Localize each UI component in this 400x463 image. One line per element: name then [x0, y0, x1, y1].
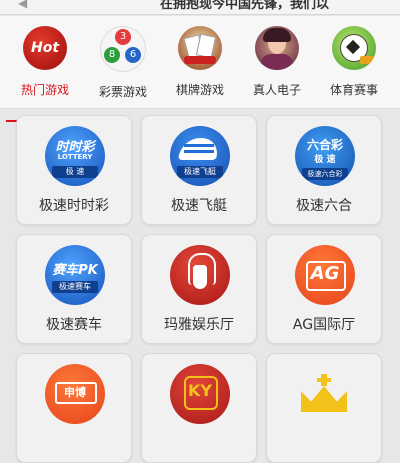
- ky-logo-icon: KY: [170, 364, 230, 424]
- game-card-speedboat[interactable]: 极速飞艇 极速飞艇: [141, 115, 257, 225]
- game-card-sunbet[interactable]: 申博: [16, 353, 132, 463]
- tab-sports[interactable]: 体育赛事: [315, 26, 393, 108]
- ag-logo-icon: AG: [295, 245, 355, 305]
- game-name: AG国际厅: [292, 317, 356, 333]
- game-name: 玛雅娱乐厅: [164, 317, 234, 333]
- game-grid: 时时彩 LOTTERY 极 速 极速时时彩 极速飞艇 极速飞艇 六合彩 极 速 …: [0, 110, 400, 463]
- tab-label: 棋牌游戏: [175, 83, 224, 97]
- ssc-logo-icon: 时时彩 LOTTERY 极 速: [45, 126, 105, 186]
- maya-headdress-icon: [170, 245, 230, 305]
- notice-bar: ◀ 在拥抱现今中国先锋，我们以: [0, 0, 400, 15]
- game-card-crown[interactable]: [266, 353, 382, 463]
- speedboat-logo-icon: 极速飞艇: [170, 126, 230, 186]
- lottery-balls-icon: 3 8 6: [100, 26, 146, 72]
- game-name: 极速赛车: [46, 317, 102, 333]
- sunbet-logo-icon: 申博: [45, 364, 105, 424]
- game-card-mark-six[interactable]: 六合彩 极 速 极速六合彩 极速六合: [266, 115, 382, 225]
- tab-label: 彩票游戏: [98, 85, 147, 99]
- game-name: 极速时时彩: [39, 198, 109, 214]
- crown-logo-icon: [295, 364, 355, 424]
- game-name: 极速六合: [296, 198, 352, 214]
- speaker-icon: ◀: [18, 0, 28, 10]
- game-card-ssc[interactable]: 时时彩 LOTTERY 极 速 极速时时彩: [16, 115, 132, 225]
- mark-six-logo-icon: 六合彩 极 速 极速六合彩: [295, 126, 355, 186]
- racing-logo-icon: 赛车PK 极速赛车: [45, 245, 105, 305]
- tab-label: 真人电子: [252, 83, 301, 97]
- cards-icon: [178, 26, 222, 70]
- tab-label: 热门游戏: [20, 83, 69, 97]
- hot-icon: Hot: [23, 26, 67, 70]
- tab-lottery-games[interactable]: 3 8 6 彩票游戏: [84, 26, 162, 108]
- tab-card-games[interactable]: 棋牌游戏: [161, 26, 239, 108]
- soccer-ball-icon: [332, 26, 376, 70]
- game-card-racing[interactable]: 赛车PK 极速赛车 极速赛车: [16, 234, 132, 344]
- game-card-maya[interactable]: 玛雅娱乐厅: [141, 234, 257, 344]
- category-tabs: Hot 热门游戏 3 8 6 彩票游戏 棋牌游戏 真人电子 体育赛事: [0, 16, 400, 122]
- game-name: 极速飞艇: [171, 198, 227, 214]
- tab-live-dealer[interactable]: 真人电子: [238, 26, 316, 108]
- game-card-ky[interactable]: KY: [141, 353, 257, 463]
- tab-hot-games[interactable]: Hot 热门游戏: [6, 26, 84, 108]
- live-dealer-icon: [255, 26, 299, 70]
- game-card-ag[interactable]: AG AG国际厅: [266, 234, 382, 344]
- tab-label: 体育赛事: [329, 83, 378, 97]
- notice-text: 在拥抱现今中国先锋，我们以: [160, 0, 330, 12]
